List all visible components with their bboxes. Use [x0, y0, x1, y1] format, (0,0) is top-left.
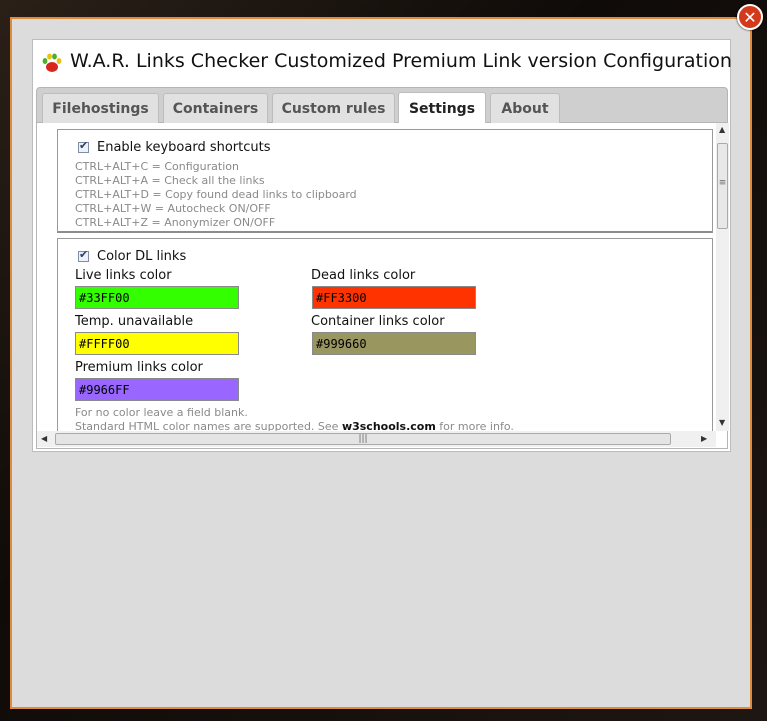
live-links-label: Live links color: [75, 268, 172, 283]
shortcut-text: CTRL+ALT+W = Autocheck ON/OFF: [75, 202, 271, 215]
horizontal-scrollbar[interactable]: ◀ ||| ▶: [37, 431, 716, 447]
color-names-note-suffix: for more info.: [435, 420, 514, 431]
keyboard-shortcuts-label: Enable keyboard shortcuts: [97, 140, 271, 155]
config-dialog: W.A.R. Links Checker Customized Premium …: [32, 39, 732, 452]
grip-icon: |||: [358, 434, 368, 444]
shortcut-text: CTRL+ALT+C = Configuration: [75, 160, 239, 173]
shortcut-text: CTRL+ALT+Z = Anonymizer ON/OFF: [75, 216, 276, 229]
color-names-note-text: Standard HTML color names are supported.…: [75, 420, 342, 431]
shortcut-text: CTRL+ALT+D = Copy found dead links to cl…: [75, 188, 357, 201]
scroll-left-arrow-icon[interactable]: ◀: [41, 434, 47, 443]
settings-scroll-area[interactable]: Enable keyboard shortcuts CTRL+ALT+C = C…: [57, 129, 713, 431]
keyboard-shortcuts-checkbox[interactable]: [78, 139, 89, 153]
settings-panel: Enable keyboard shortcuts CTRL+ALT+C = C…: [36, 123, 729, 449]
paw-icon: [42, 53, 62, 72]
no-color-note: For no color leave a field blank.: [75, 406, 248, 419]
keyboard-shortcuts-section: Enable keyboard shortcuts CTRL+ALT+C = C…: [57, 129, 713, 233]
tab-filehostings[interactable]: Filehostings: [42, 93, 159, 124]
grip-icon: ≡: [718, 178, 727, 188]
vertical-scrollbar[interactable]: ▲ ≡ ▼: [716, 123, 729, 431]
container-links-color-field[interactable]: #999660: [312, 332, 476, 355]
close-button[interactable]: ✕: [737, 4, 763, 30]
premium-links-color-field[interactable]: #9966FF: [75, 378, 239, 401]
window-title: W.A.R. Links Checker Customized Premium …: [70, 50, 732, 72]
color-links-section: Color DL links Live links color #33FF00 …: [57, 238, 713, 431]
horizontal-scroll-thumb[interactable]: |||: [55, 433, 671, 445]
temp-unavailable-label: Temp. unavailable: [75, 314, 194, 329]
keyboard-shortcuts-option[interactable]: Enable keyboard shortcuts: [78, 139, 271, 155]
tab-settings[interactable]: Settings: [398, 92, 486, 125]
live-links-color-field[interactable]: #33FF00: [75, 286, 239, 309]
tab-bar: Filehostings Containers Custom rules Set…: [36, 87, 728, 125]
w3schools-link[interactable]: w3schools.com: [342, 420, 436, 431]
color-links-label: Color DL links: [97, 249, 187, 264]
scroll-up-arrow-icon[interactable]: ▲: [719, 125, 725, 134]
scroll-down-arrow-icon[interactable]: ▼: [719, 418, 725, 427]
color-links-option[interactable]: Color DL links: [78, 248, 187, 264]
scroll-right-arrow-icon[interactable]: ▶: [701, 434, 707, 443]
title-bar: W.A.R. Links Checker Customized Premium …: [33, 40, 732, 83]
tab-containers[interactable]: Containers: [163, 93, 268, 124]
shortcut-text: CTRL+ALT+A = Check all the links: [75, 174, 265, 187]
close-icon: ✕: [743, 7, 757, 27]
color-names-note: Standard HTML color names are supported.…: [75, 420, 514, 431]
tab-custom-rules[interactable]: Custom rules: [272, 93, 395, 124]
temp-unavailable-color-field[interactable]: #FFFF00: [75, 332, 239, 355]
vertical-scroll-thumb[interactable]: ≡: [717, 143, 728, 229]
tab-about[interactable]: About: [490, 93, 560, 124]
color-links-checkbox[interactable]: [78, 248, 89, 262]
dead-links-label: Dead links color: [311, 268, 416, 283]
container-links-label: Container links color: [311, 314, 445, 329]
dead-links-color-field[interactable]: #FF3300: [312, 286, 476, 309]
premium-links-label: Premium links color: [75, 360, 203, 375]
